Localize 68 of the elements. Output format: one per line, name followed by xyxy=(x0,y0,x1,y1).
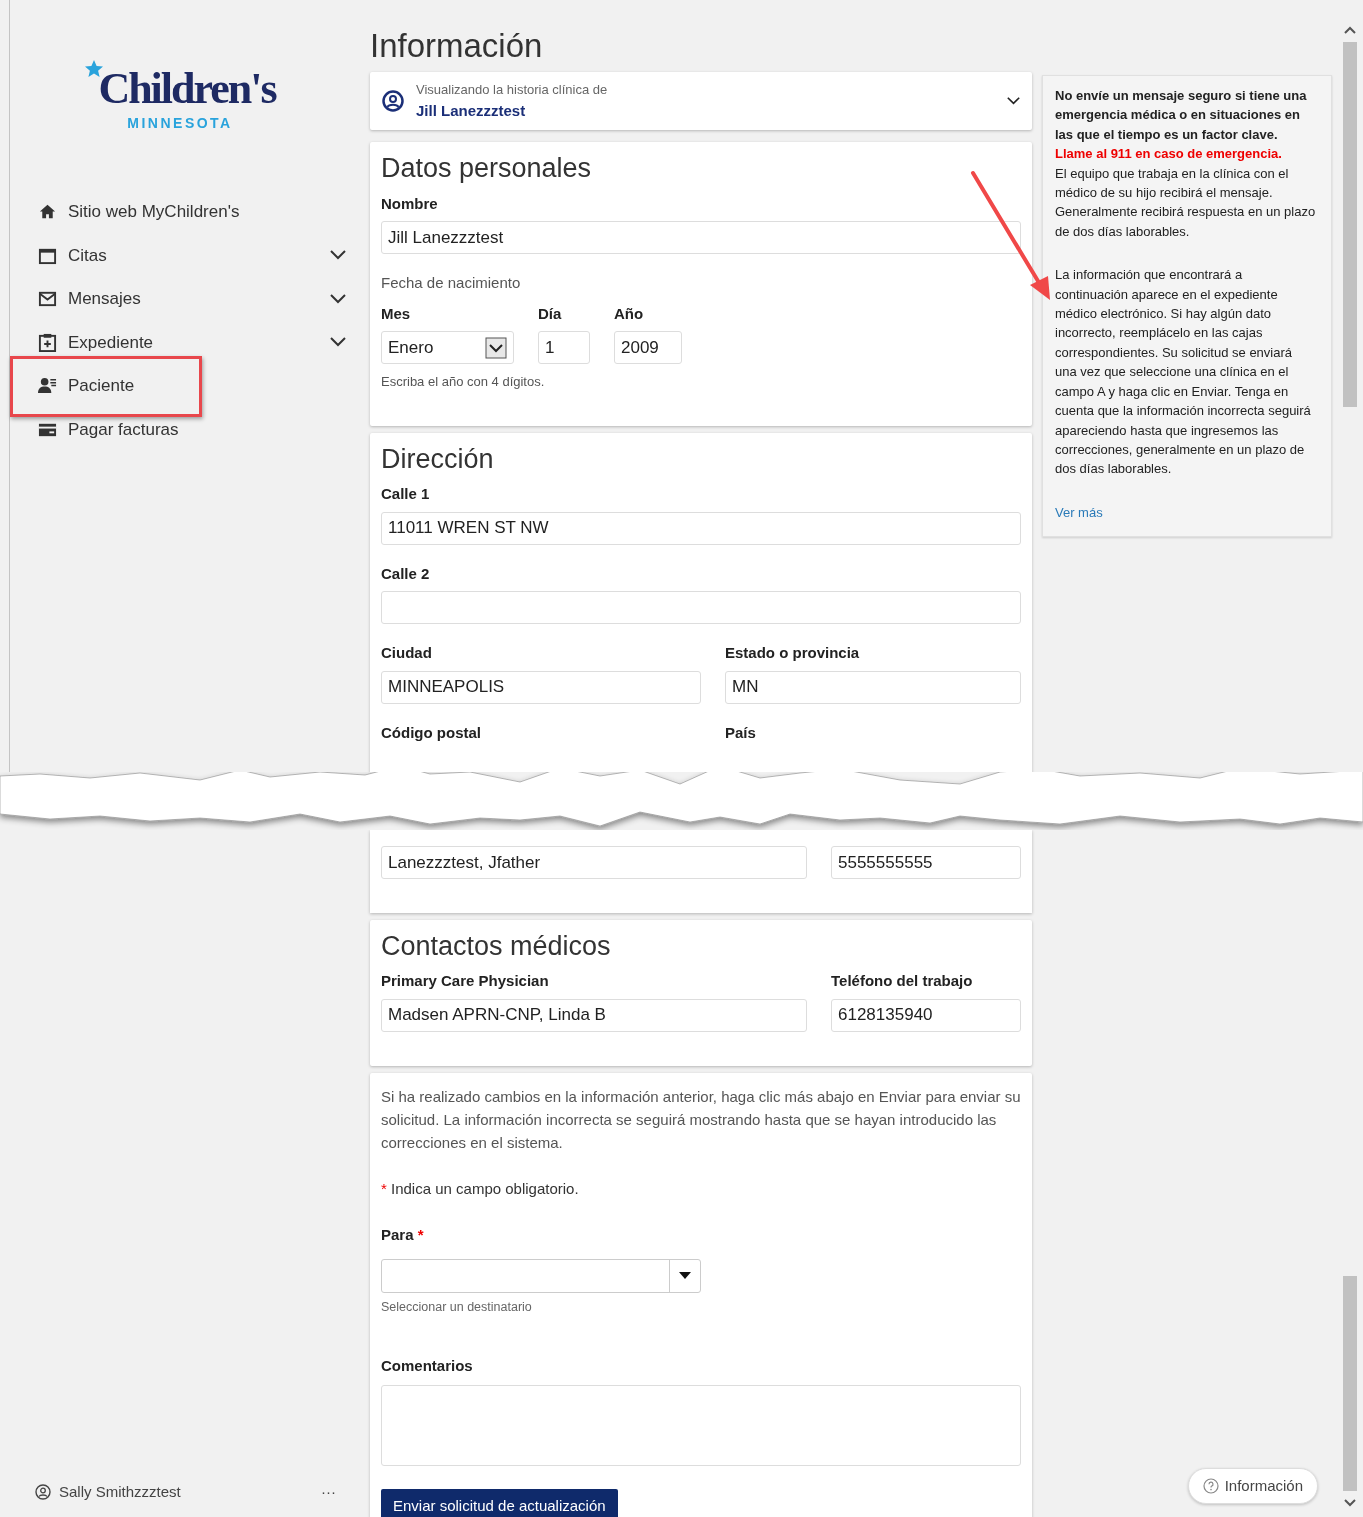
selector-caption: Visualizando la historia clínica de xyxy=(416,81,608,100)
comments-field[interactable] xyxy=(381,1385,1021,1467)
recipient-select[interactable] xyxy=(381,1258,701,1293)
field-label: Primary Care Physician xyxy=(381,971,550,992)
required-note: * Indica un campo obligatorio. xyxy=(381,1178,580,1199)
field-label: Estado o provincia xyxy=(725,643,861,664)
see-more-link[interactable]: Ver más xyxy=(1055,504,1103,520)
section-title: Dirección xyxy=(381,442,495,476)
input-field[interactable]: 6128135940 xyxy=(831,998,1021,1032)
caret-down-icon xyxy=(679,1272,691,1280)
field-label: Fecha de nacimiento xyxy=(381,273,522,294)
hint-text: Escriba el año con 4 dígitos. xyxy=(381,373,546,392)
user-circle-icon xyxy=(382,90,404,113)
notice-text: La información que encontrará a continuación aparece en el expediente médico electrónico. Si hay algún dato incorrecto, reemplácelo en las cajas correspondientes. Su solicitud se enviará una vez que seleccione una clínica en el campo A y haga clic en Enviar. Tenga en cuenta que la información incorrecta seguirá apareciendo hasta que ingresemos las correcciones, generalmente en un plazo de dos días laborables. xyxy=(1055,266,1312,479)
more-options-button[interactable]: ··· xyxy=(321,1484,336,1500)
input-field[interactable]: Lanezzztest, Jfather xyxy=(381,846,807,879)
patient-name: Jill Lanezzztest xyxy=(416,100,527,121)
input-field[interactable]: 11011 WREN ST NW xyxy=(381,511,1021,545)
field-label: Mes xyxy=(381,303,412,324)
scrollbar-thumb[interactable] xyxy=(1343,42,1357,407)
field-label: Ciudad xyxy=(381,643,433,664)
name-field[interactable]: Jill Lanezzztest xyxy=(381,221,1021,255)
field-label: Código postal xyxy=(381,722,482,743)
field-label: Comentarios xyxy=(381,1355,474,1376)
notice-text: El equipo que trabaja en la clínica con el médico de su hijo recibirá el mensaje. Generalmente recibirá respuesta en un plazo de dos días laborables. xyxy=(1055,164,1317,241)
field-label: Teléfono del trabajo xyxy=(831,971,974,992)
input-field[interactable]: Madsen APRN-CNP, Linda B xyxy=(381,998,807,1032)
scroll-down-icon xyxy=(1344,1499,1356,1507)
nav-item[interactable]: Pagar facturas xyxy=(10,407,360,451)
nav-item[interactable]: Mensajes xyxy=(10,277,360,321)
submit-button[interactable]: Enviar solicitud de actualización xyxy=(381,1489,618,1517)
help-button[interactable]: Información xyxy=(1187,1467,1318,1504)
input-field[interactable]: 5555555555 xyxy=(831,846,1021,879)
section-title: Datos personales xyxy=(381,152,593,185)
field-label: Año xyxy=(614,303,645,324)
clipboard-icon xyxy=(38,332,57,352)
warning-text: No envíe un mensaje seguro si tiene una emergencia médica o en situaciones en las que el tiempo es un factor clave. Llame al 911 en caso de emergencia. xyxy=(1055,87,1308,164)
nav-item[interactable]: Citas xyxy=(10,233,360,277)
field-label: Calle 1 xyxy=(381,484,431,505)
user-circle-icon xyxy=(35,1483,51,1500)
input-field[interactable] xyxy=(381,591,1021,625)
month-select[interactable]: Enero xyxy=(381,331,514,365)
day-field[interactable]: 1 xyxy=(538,331,590,365)
envelope-icon xyxy=(38,289,57,309)
scroll-up-icon xyxy=(1344,26,1356,34)
input-field[interactable]: MINNEAPOLIS xyxy=(381,670,701,704)
logo-subtitle: MINNESOTA xyxy=(127,113,233,133)
patient-selector[interactable]: Visualizando la historia clínica de Jill Lanezzztest xyxy=(370,72,1032,131)
hint-text: Seleccionar un destinatario xyxy=(381,1298,533,1316)
section-title: Contactos médicos xyxy=(381,930,612,963)
nav-item[interactable]: Expediente xyxy=(10,320,360,364)
nav-item[interactable]: Paciente xyxy=(10,364,360,408)
user-name: Sally Smithzzztest xyxy=(59,1481,181,1502)
field-label: Para * xyxy=(381,1225,425,1246)
nav-item[interactable]: Sitio web MyChildren's xyxy=(10,190,360,234)
person-list-icon xyxy=(38,376,57,396)
field-label: País xyxy=(725,722,757,743)
field-label: Calle 2 xyxy=(381,563,431,584)
chevron-down-icon xyxy=(1007,96,1020,107)
year-field[interactable]: 2009 xyxy=(614,331,682,365)
field-label: Día xyxy=(538,303,563,324)
input-field[interactable]: MN xyxy=(725,670,1021,704)
page-title: Información xyxy=(370,28,544,65)
question-circle-icon xyxy=(1202,1477,1219,1494)
scrollbar-thumb[interactable] xyxy=(1343,1276,1357,1491)
logo-wordmark: Children's xyxy=(98,66,276,111)
field-label: Nombre xyxy=(381,193,439,214)
instructions-text: Si ha realizado cambios en la información anterior, haga clic más abajo en Enviar para enviar su solicitud. La información incorrecta se seguirá mostrando hasta que se hayan introducido las correcciones en el sistema. xyxy=(381,1086,1021,1153)
